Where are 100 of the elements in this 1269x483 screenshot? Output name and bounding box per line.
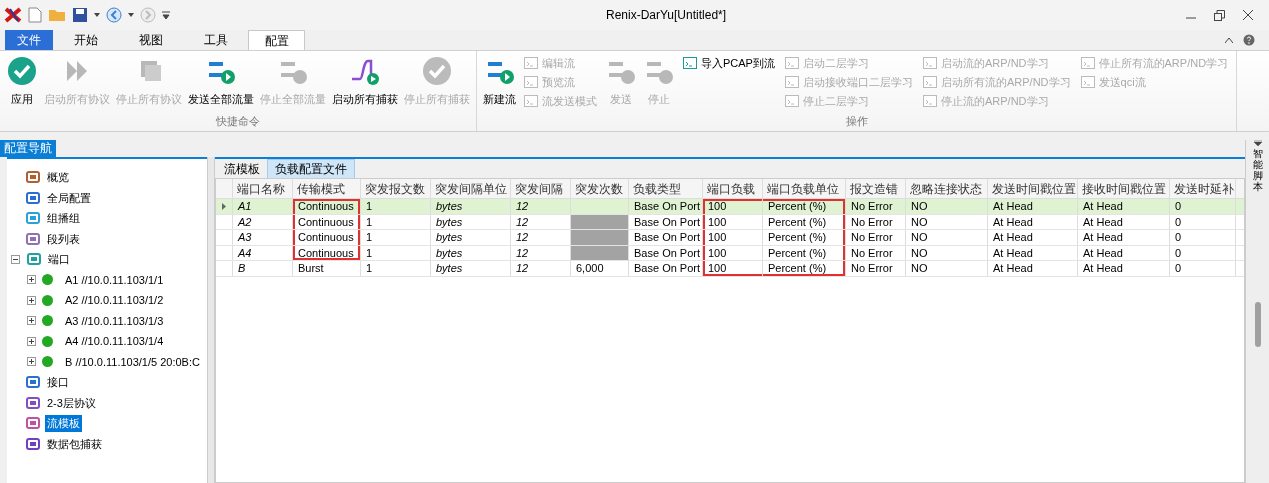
column-header[interactable]: 接收时间戳位置 — [1078, 179, 1170, 198]
save-icon[interactable] — [72, 7, 88, 23]
table-cell: At Head — [1078, 214, 1170, 229]
column-header[interactable]: 端口名称 — [233, 179, 293, 198]
column-header[interactable]: 突发间隔 — [511, 179, 571, 198]
caret-icon[interactable] — [128, 13, 134, 17]
column-header[interactable]: 发送时间戳位置 — [988, 179, 1078, 198]
table-cell: Continuous — [293, 245, 361, 260]
collapse-ribbon-icon[interactable] — [1225, 37, 1233, 43]
table-cell: Continuous — [293, 199, 361, 214]
table-cell: 100 — [703, 261, 763, 276]
table-row[interactable]: A1 Continuous 1 bytes 12 Base On Port 100 Percent (%) No Error NO At Head At Head 0 — [216, 199, 1244, 215]
table-cell: NO — [906, 230, 988, 245]
table-cell: 6,000 — [571, 261, 629, 276]
nav-item[interactable]: 概览 — [45, 169, 71, 186]
column-header[interactable]: 发送时延补 — [1170, 179, 1236, 198]
document-tab[interactable]: 流模板 — [217, 159, 267, 178]
table-cell: A1 — [233, 199, 293, 214]
console-icon — [1080, 76, 1095, 88]
close-icon[interactable] — [1243, 10, 1253, 20]
column-header[interactable]: 忽略连接状态 — [906, 179, 988, 198]
expand-toggle-icon[interactable] — [27, 275, 36, 285]
nav-item[interactable]: B //10.0.11.103/1/5 20:0B:C — [63, 353, 202, 370]
ribbon-button[interactable]: 启动所有捕获 — [330, 55, 400, 113]
table-row[interactable]: A3 Continuous 1 bytes 12 Base On Port 100 Percent (%) No Error NO At Head At Head 0 — [216, 230, 1244, 246]
ribbon-small-button[interactable]: 导入PCAP到流 — [683, 55, 775, 71]
ribbon-button[interactable]: 发送全部流量 — [186, 55, 256, 113]
column-header[interactable]: 突发报文数 — [361, 179, 431, 198]
table-cell: 0 — [1170, 261, 1236, 276]
nav-item[interactable]: A2 //10.0.11.103/1/2 — [63, 292, 166, 309]
ribbon-tab[interactable]: 工具 — [183, 30, 248, 50]
table-cell: A4 — [233, 245, 293, 260]
table-cell: NO — [906, 261, 988, 276]
column-header[interactable]: 端口负载单位 — [763, 179, 846, 198]
document-tab[interactable]: 负载配置文件 — [267, 159, 355, 178]
nav-item[interactable]: 组播组 — [45, 210, 82, 227]
console-icon — [784, 57, 799, 69]
nav-item[interactable]: 流模板 — [45, 415, 82, 432]
table-cell: 1 — [361, 199, 431, 214]
nav-item[interactable]: A1 //10.0.11.103/1/1 — [63, 271, 166, 288]
ribbon-button[interactable]: 新建流 — [481, 55, 518, 113]
table-cell: 1 — [361, 245, 431, 260]
caret-icon[interactable] — [94, 13, 100, 17]
ribbon-group-label: 操作 — [844, 113, 869, 129]
ribbon-tab[interactable]: 开始 — [53, 30, 118, 50]
expand-toggle-icon[interactable] — [27, 357, 36, 367]
table-cell: No Error — [846, 230, 906, 245]
scrollbar-thumb[interactable] — [1254, 302, 1261, 347]
column-header[interactable]: 突发间隔单位 — [431, 179, 511, 198]
nav-item[interactable]: 数据包捕获 — [45, 435, 104, 452]
table-cell: Base On Port — [629, 230, 703, 245]
customize-menu-icon[interactable] — [162, 10, 170, 20]
table-cell: 100 — [703, 230, 763, 245]
column-header[interactable]: 传输模式 — [293, 179, 361, 198]
nav-item-icon — [25, 374, 41, 391]
nav-item[interactable]: A4 //10.0.11.103/1/4 — [63, 333, 166, 350]
expand-toggle-icon[interactable] — [27, 295, 36, 305]
table-cell: At Head — [1078, 261, 1170, 276]
collapse-toggle-icon[interactable] — [11, 254, 20, 264]
command-icon — [421, 55, 453, 87]
nav-item-icon — [25, 189, 41, 206]
help-icon[interactable] — [1243, 34, 1255, 46]
table-cell: NO — [906, 245, 988, 260]
table-cell: Burst — [293, 261, 361, 276]
table-cell: 0 — [1170, 230, 1236, 245]
column-header[interactable]: 负载类型 — [629, 179, 703, 198]
expand-toggle-icon[interactable] — [27, 316, 36, 326]
nav-item[interactable]: 端口 — [46, 251, 72, 268]
table-cell: 0 — [1170, 199, 1236, 214]
nav-item[interactable]: 段列表 — [45, 230, 82, 247]
side-panel-tab[interactable]: 智能脚本 — [1252, 148, 1263, 192]
ribbon-tab[interactable]: 配置 — [248, 30, 305, 50]
table-cell: Continuous — [293, 230, 361, 245]
dropdown-icon[interactable] — [1253, 140, 1262, 146]
table-cell: 0 — [1170, 245, 1236, 260]
table-row[interactable]: B Burst 1 bytes 12 6,000 Base On Port 100 Percent (%) No Error NO At Head At Head 0 — [216, 261, 1244, 277]
nav-item-icon — [25, 230, 41, 247]
console-icon — [922, 76, 937, 88]
expand-toggle-icon[interactable] — [27, 336, 36, 346]
nav-item-icon — [25, 169, 41, 186]
table-cell: At Head — [988, 199, 1078, 214]
nav-item[interactable]: 接口 — [45, 374, 71, 391]
table-cell: A3 — [233, 230, 293, 245]
column-header[interactable]: 端口负载 — [703, 179, 763, 198]
window-title: Renix-DarYu[Untitled*] — [606, 7, 727, 24]
nav-item[interactable]: 全局配置 — [45, 189, 93, 206]
nav-item[interactable]: A3 //10.0.11.103/1/3 — [63, 312, 166, 329]
ribbon-tab[interactable]: 文件 — [5, 30, 53, 50]
back-icon[interactable] — [106, 7, 122, 23]
console-icon — [784, 76, 799, 88]
ribbon-button[interactable]: 应用 — [4, 55, 40, 113]
table-cell: At Head — [988, 245, 1078, 260]
restore-icon[interactable] — [1214, 9, 1225, 21]
table-cell: Percent (%) — [763, 261, 846, 276]
nav-item[interactable]: 2-3层协议 — [45, 394, 98, 411]
column-header[interactable]: 突发次数 — [571, 179, 629, 198]
ribbon-tab[interactable]: 视图 — [118, 30, 183, 50]
column-header[interactable]: 报文造错 — [846, 179, 906, 198]
table-cell: 1 — [361, 230, 431, 245]
console-icon — [683, 57, 697, 69]
